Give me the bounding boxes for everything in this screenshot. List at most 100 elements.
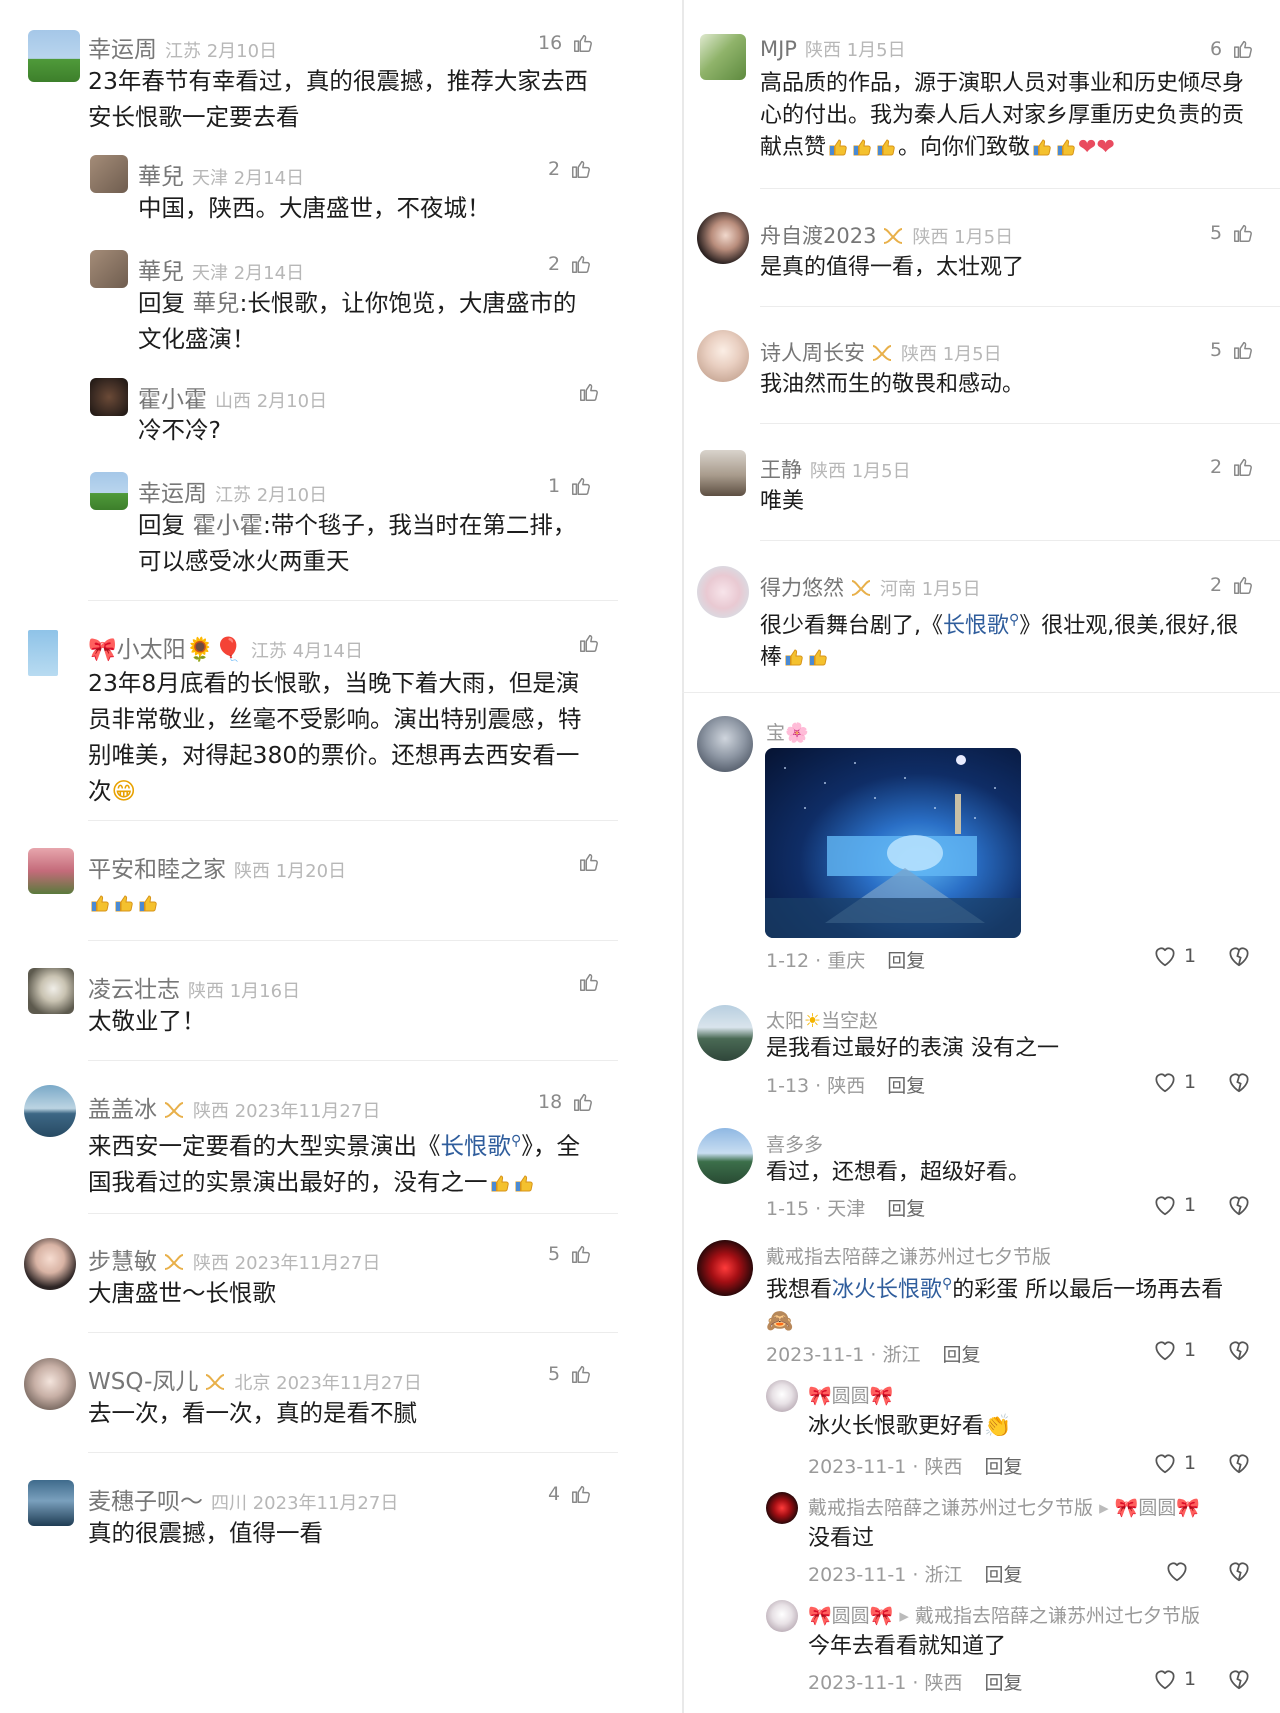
avatar[interactable] — [700, 34, 746, 80]
thumbs-up-icon — [572, 1091, 594, 1113]
like-button[interactable]: 5 — [1210, 222, 1254, 244]
avatar[interactable] — [766, 1600, 798, 1632]
commenter-name[interactable]: 得力悠然 河南 1月5日 — [760, 572, 981, 602]
commenter-name[interactable]: 凌云壮志 陕西 1月16日 — [88, 970, 300, 1004]
thumbs-up-emoji — [136, 890, 160, 914]
comment-text: 冷不冷? — [138, 416, 221, 444]
dislike-button[interactable] — [1226, 1192, 1252, 1222]
commenter-name[interactable]: 華兒 天津 2月14日 — [138, 157, 304, 191]
comment-text: 我想看冰火长恨歌⚲的彩蛋 所以最后一场再去看 🙈 — [766, 1276, 1224, 1335]
commenter-name[interactable]: 盖盖冰 陕西 2023年11月27日 — [88, 1090, 380, 1124]
commenter-name[interactable]: 華兒 天津 2月14日 — [138, 252, 304, 286]
divider — [760, 540, 1280, 541]
reply-button[interactable]: 回复 — [942, 1344, 980, 1366]
thumbs-up-icon — [570, 1243, 592, 1265]
like-button[interactable]: 5 — [548, 1243, 592, 1265]
commenter-name[interactable]: 麦穗子呗～ 四川 2023年11月27日 — [88, 1482, 398, 1516]
dislike-button[interactable] — [1226, 1069, 1252, 1099]
dislike-button[interactable] — [1226, 1666, 1252, 1696]
reply-button[interactable]: 回复 — [984, 1456, 1022, 1478]
avatar[interactable] — [697, 212, 749, 264]
comment-meta: 1-13 · 陕西 回复 — [766, 1075, 926, 1097]
performance-photo[interactable] — [765, 748, 1021, 938]
commenter-name[interactable]: 戴戒指去陪薛之谦苏州过七夕节版 ▸ 🎀圆圆🎀 — [808, 1493, 1200, 1520]
avatar[interactable] — [28, 1480, 74, 1526]
like-button[interactable]: 16 — [538, 32, 594, 54]
reply-button[interactable]: 回复 — [984, 1672, 1022, 1694]
avatar[interactable] — [697, 716, 753, 772]
topic-link[interactable]: 长恨歌 — [943, 613, 1009, 638]
avatar[interactable] — [28, 848, 74, 894]
commenter-name[interactable]: 🎀圆圆🎀 ▸ 戴戒指去陪薛之谦苏州过七夕节版 — [808, 1601, 1200, 1628]
commenter-name[interactable]: 太阳☀当空赵 — [766, 1006, 878, 1033]
like-button[interactable] — [568, 851, 600, 873]
commenter-name[interactable]: 喜多多 — [766, 1130, 823, 1157]
avatar[interactable] — [766, 1380, 798, 1412]
like-button[interactable] — [568, 381, 600, 403]
avatar[interactable] — [697, 330, 749, 382]
broken-heart-icon — [1226, 1666, 1252, 1692]
avatar[interactable] — [766, 1492, 798, 1524]
like-button[interactable] — [1164, 1558, 1196, 1584]
commenter-name[interactable]: 🎀小太阳🌻🎈 江苏 4月14日 — [88, 630, 363, 664]
commenter-name[interactable]: 平安和睦之家 陕西 1月20日 — [88, 850, 346, 884]
commenter-name[interactable]: MJP 陕西 1月5日 — [760, 36, 906, 62]
reply-button[interactable]: 回复 — [887, 1075, 925, 1097]
like-button[interactable]: 5 — [1210, 339, 1254, 361]
avatar[interactable] — [697, 566, 749, 618]
commenter-name[interactable]: 霍小霍 山西 2月10日 — [138, 380, 327, 414]
dislike-button[interactable] — [1226, 1337, 1252, 1367]
heart-icon — [1152, 1069, 1178, 1095]
like-button[interactable]: 4 — [548, 1483, 592, 1505]
avatar[interactable] — [90, 378, 128, 416]
commenter-name[interactable]: 幸运周 江苏 2月10日 — [138, 474, 327, 508]
commenter-name[interactable]: 宝🌸 — [766, 718, 809, 745]
avatar[interactable] — [90, 250, 128, 288]
reply-button[interactable]: 回复 — [887, 1198, 925, 1220]
avatar[interactable] — [28, 30, 80, 82]
like-button[interactable]: 1 — [548, 475, 592, 497]
avatar[interactable] — [24, 1085, 76, 1137]
like-button[interactable] — [568, 632, 600, 654]
avatar[interactable] — [697, 1005, 753, 1061]
commenter-name[interactable]: 王静 陕西 1月5日 — [760, 454, 911, 484]
like-button[interactable]: 2 — [548, 253, 592, 275]
like-button[interactable]: 1 — [1152, 1666, 1196, 1692]
commenter-name[interactable]: WSQ-凤儿 北京 2023年11月27日 — [88, 1362, 422, 1396]
like-button[interactable]: 1 — [1152, 1450, 1196, 1476]
like-button[interactable]: 1 — [1152, 943, 1196, 969]
topic-link[interactable]: 冰火长恨歌 — [832, 1277, 942, 1302]
commenter-name[interactable]: 戴戒指去陪薛之谦苏州过七夕节版 — [766, 1242, 1051, 1269]
avatar[interactable] — [28, 968, 74, 1014]
commenter-name[interactable]: 🎀圆圆🎀 — [808, 1381, 893, 1408]
commenter-name[interactable]: 步慧敏 陕西 2023年11月27日 — [88, 1242, 380, 1276]
avatar[interactable] — [90, 472, 128, 510]
like-button[interactable]: 1 — [1152, 1069, 1196, 1095]
avatar[interactable] — [90, 155, 128, 193]
dislike-button[interactable] — [1226, 1558, 1252, 1588]
avatar[interactable] — [697, 1240, 753, 1296]
avatar[interactable] — [24, 1358, 76, 1410]
commenter-name[interactable]: 幸运周 江苏 2月10日 — [88, 30, 277, 64]
like-button[interactable]: 18 — [538, 1091, 594, 1113]
avatar[interactable] — [28, 630, 58, 676]
reply-button[interactable]: 回复 — [984, 1564, 1022, 1586]
commenter-name[interactable]: 诗人周长安 陕西 1月5日 — [760, 337, 1002, 367]
like-button[interactable]: 1 — [1152, 1192, 1196, 1218]
like-button[interactable] — [568, 971, 600, 993]
like-button[interactable]: 2 — [548, 158, 592, 180]
like-button[interactable]: 2 — [1210, 574, 1254, 596]
avatar[interactable] — [700, 450, 746, 496]
dislike-button[interactable] — [1226, 943, 1252, 973]
dislike-button[interactable] — [1226, 1450, 1252, 1480]
avatar[interactable] — [24, 1238, 76, 1290]
like-button[interactable]: 2 — [1210, 456, 1254, 478]
topic-link[interactable]: 长恨歌 — [441, 1132, 512, 1160]
commenter-name[interactable]: 舟自渡2023 陕西 1月5日 — [760, 220, 1013, 250]
like-button[interactable]: 5 — [548, 1363, 592, 1385]
avatar[interactable] — [697, 1128, 753, 1184]
like-button[interactable]: 1 — [1152, 1337, 1196, 1363]
comment-text: 来西安一定要看的大型实景演出《长恨歌⚲》，全国我看过的实景演出最好的，没有之一 — [88, 1131, 581, 1196]
like-button[interactable]: 6 — [1210, 38, 1254, 60]
reply-button[interactable]: 回复 — [887, 950, 925, 972]
